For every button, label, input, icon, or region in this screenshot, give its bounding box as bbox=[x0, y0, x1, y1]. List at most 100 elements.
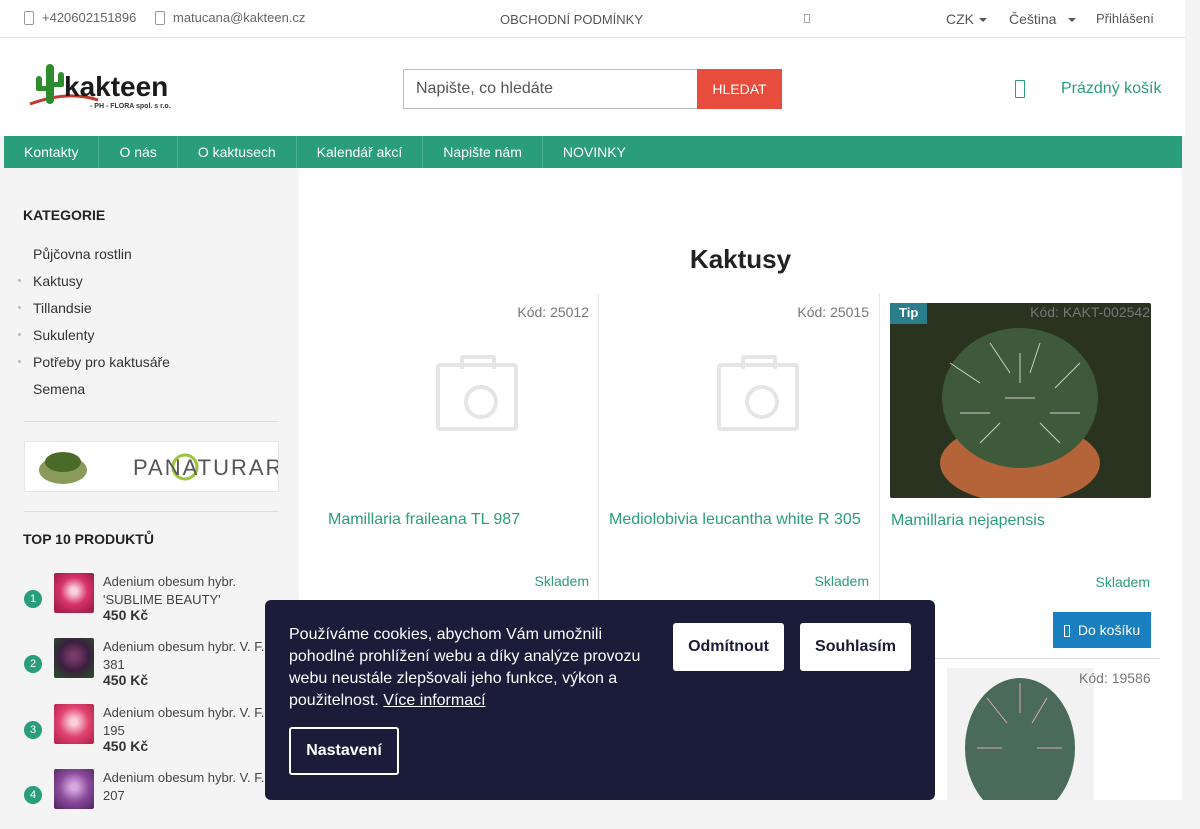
product-thumbnail[interactable] bbox=[54, 704, 94, 744]
category-item[interactable]: Půjčovna rostlin bbox=[18, 244, 278, 271]
rank-badge: 4 bbox=[24, 786, 42, 804]
nav-item-o-kaktusech[interactable]: O kaktusech bbox=[178, 136, 297, 168]
add-to-cart-button[interactable]: Do košíku bbox=[1053, 612, 1151, 648]
bullet-icon bbox=[18, 333, 21, 336]
category-item[interactable]: Potřeby pro kaktusáře bbox=[18, 352, 278, 379]
sidebar: KATEGORIE Půjčovna rostlin Kaktusy Tilla… bbox=[4, 168, 313, 809]
product-code: Kód: 19586 bbox=[1079, 670, 1151, 686]
category-item[interactable]: Semena bbox=[18, 379, 278, 406]
nav-item-napiste-nam[interactable]: Napište nám bbox=[423, 136, 543, 168]
bullet-icon bbox=[18, 360, 21, 363]
categories-heading: KATEGORIE bbox=[23, 207, 106, 223]
cart-link[interactable]: Prázdný košík bbox=[1061, 80, 1161, 98]
header: kakteen - PH - FLORA spol. s r.o. HLEDAT… bbox=[0, 38, 1185, 136]
product-name[interactable]: Mamillaria nejapensis bbox=[891, 512, 1045, 530]
category-label: Kaktusy bbox=[33, 273, 83, 289]
category-label: Potřeby pro kaktusáře bbox=[33, 354, 170, 370]
product-name[interactable]: Adenium obesum hybr. V. F. S. 381 bbox=[103, 638, 283, 674]
email-address: matucana@kakteen.cz bbox=[173, 10, 306, 25]
language-label: Čeština bbox=[1009, 11, 1057, 27]
add-to-cart-label: Do košíku bbox=[1077, 622, 1141, 638]
divider bbox=[24, 511, 279, 512]
product-code: Kód: KAKT-002542 bbox=[1030, 304, 1150, 320]
product-price: 450 Kč bbox=[103, 607, 149, 623]
nav-item-novinky[interactable]: NOVINKY bbox=[543, 136, 646, 168]
category-label: Tillandsie bbox=[33, 300, 92, 316]
search-button[interactable]: HLEDAT bbox=[697, 69, 782, 109]
category-label: Sukulenty bbox=[33, 327, 95, 343]
bullet-icon bbox=[18, 306, 21, 309]
product-thumbnail[interactable] bbox=[54, 573, 94, 613]
product-card: Kód: 25015 Mediolobivia leucantha white … bbox=[598, 293, 879, 633]
more-info-link[interactable]: Více informací bbox=[383, 692, 485, 709]
login-link[interactable]: Přihlášení bbox=[1096, 11, 1154, 26]
camera-placeholder-icon[interactable] bbox=[717, 355, 799, 431]
product-name[interactable]: Mamillaria fraileana TL 987 bbox=[328, 511, 520, 529]
page-title: Kaktusy bbox=[689, 244, 792, 274]
top-products-heading: TOP 10 PRODUKTŮ bbox=[23, 531, 154, 547]
product-card: Tip Kód: KAKT-002542 Mamillaria nejapens… bbox=[879, 293, 1160, 633]
chevron-down-icon bbox=[1068, 18, 1077, 23]
category-label: Semena bbox=[33, 381, 86, 397]
divider bbox=[24, 421, 279, 422]
language-dropdown[interactable]: Čeština bbox=[1009, 11, 1077, 27]
product-thumbnail[interactable] bbox=[54, 638, 94, 678]
product-image[interactable] bbox=[890, 303, 1151, 498]
currency-dropdown[interactable]: CZK bbox=[946, 11, 987, 27]
stock-status: Skladem bbox=[1095, 574, 1150, 590]
nav-item-o-nas[interactable]: O nás bbox=[99, 136, 178, 168]
main-nav: Kontakty O nás O kaktusech Kalendář akcí… bbox=[4, 136, 1182, 168]
logo-subtext: - PH - FLORA spol. s r.o. bbox=[90, 103, 171, 110]
category-item[interactable]: Sukulenty bbox=[18, 325, 278, 352]
top-product-item[interactable]: 2 Adenium obesum hybr. V. F. S. 381 450 … bbox=[24, 638, 280, 698]
product-image[interactable] bbox=[947, 668, 1094, 800]
camera-placeholder-icon[interactable] bbox=[436, 355, 518, 431]
phone-contact[interactable]: +420602151896 bbox=[24, 10, 136, 25]
product-code: Kód: 25015 bbox=[797, 304, 869, 320]
chevron-down-icon bbox=[979, 18, 987, 23]
top-product-item[interactable]: 1 Adenium obesum hybr. 'SUBLIME BEAUTY' … bbox=[24, 573, 279, 633]
phone-icon bbox=[24, 10, 34, 25]
cookie-banner: Používáme cookies, abychom Vám umožnili … bbox=[265, 600, 935, 800]
category-item[interactable]: Kaktusy bbox=[18, 271, 278, 298]
product-price: 450 Kč bbox=[103, 672, 149, 688]
product-name[interactable]: Adenium obesum hybr. V. F. S. 195 bbox=[103, 704, 283, 740]
category-list: Půjčovna rostlin Kaktusy Tillandsie Suku… bbox=[18, 244, 278, 406]
top-product-item[interactable]: 4 Adenium obesum hybr. V. F. S. 207 bbox=[24, 769, 280, 829]
search-input[interactable] bbox=[403, 69, 697, 109]
reject-button[interactable]: Odmítnout bbox=[673, 623, 784, 671]
rank-badge: 2 bbox=[24, 655, 42, 673]
nav-item-kontakty[interactable]: Kontakty bbox=[4, 136, 100, 168]
mail-icon bbox=[155, 10, 165, 25]
product-thumbnail[interactable] bbox=[54, 769, 94, 809]
rank-badge: 3 bbox=[24, 721, 42, 739]
product-name[interactable]: Adenium obesum hybr. 'SUBLIME BEAUTY' bbox=[103, 573, 283, 609]
rank-badge: 1 bbox=[24, 590, 42, 608]
currency-label: CZK bbox=[946, 11, 974, 27]
nav-item-kalendar-akci[interactable]: Kalendář akcí bbox=[297, 136, 424, 168]
product-card: Kód: 25012 Mamillaria fraileana TL 987 S… bbox=[318, 293, 599, 633]
phone-number: +420602151896 bbox=[42, 10, 137, 25]
tip-badge: Tip bbox=[890, 303, 928, 324]
email-contact[interactable]: matucana@kakteen.cz bbox=[155, 10, 305, 25]
panaturarte-banner[interactable]: PANATURARTE bbox=[24, 441, 313, 492]
info-icon[interactable] bbox=[804, 14, 810, 23]
cart-icon bbox=[1063, 625, 1070, 638]
top-product-item[interactable]: 3 Adenium obesum hybr. V. F. S. 195 450 … bbox=[24, 704, 280, 764]
product-price: 450 Kč bbox=[103, 738, 149, 754]
banner-text: PANATURARTE bbox=[133, 455, 278, 480]
stock-status: Skladem bbox=[814, 573, 869, 589]
logo-text: kakteen bbox=[64, 71, 168, 102]
kakteen-logo[interactable]: kakteen - PH - FLORA spol. s r.o. bbox=[28, 60, 180, 112]
stock-status: Skladem bbox=[534, 573, 589, 589]
product-name[interactable]: Mediolobivia leucantha white R 305 bbox=[609, 511, 861, 529]
cart-icon[interactable] bbox=[1015, 80, 1025, 98]
category-label: Půjčovna rostlin bbox=[33, 246, 132, 262]
accept-button[interactable]: Souhlasím bbox=[800, 623, 911, 671]
category-item[interactable]: Tillandsie bbox=[18, 298, 278, 325]
top-bar: +420602151896 matucana@kakteen.cz OBCHOD… bbox=[0, 0, 1185, 38]
settings-button[interactable]: Nastavení bbox=[289, 727, 399, 775]
terms-link[interactable]: OBCHODNÍ PODMÍNKY bbox=[500, 12, 643, 27]
product-code: Kód: 25012 bbox=[517, 304, 589, 320]
bullet-icon bbox=[18, 279, 21, 282]
